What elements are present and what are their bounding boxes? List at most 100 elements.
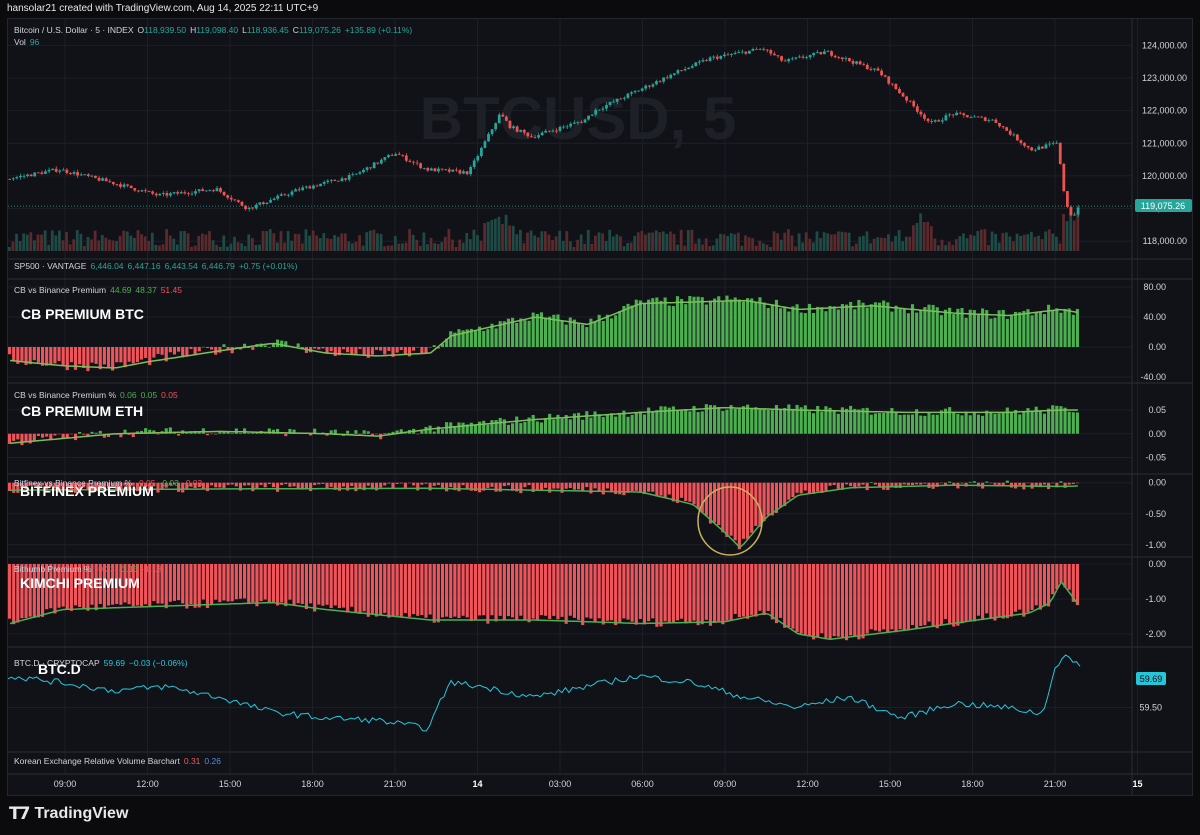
candle (630, 92, 633, 94)
candle (401, 154, 405, 156)
candle (479, 147, 483, 157)
histogram-bar (713, 405, 717, 434)
histogram-bar (713, 298, 717, 347)
histogram-bar (321, 564, 325, 606)
histogram-bar (263, 564, 267, 600)
volume-bar (401, 243, 404, 251)
time-axis[interactable]: 09:00 12:00 15:00 18:00 21:00 14 03:00 06:00 09:… (54, 779, 1143, 789)
histogram-bar (807, 411, 811, 434)
histogram-bar (515, 322, 519, 347)
histogram-bar (556, 564, 560, 620)
histogram-bar (869, 304, 873, 347)
histogram-bar (1009, 315, 1014, 347)
candle (537, 135, 540, 138)
candle (319, 183, 322, 187)
candle (1019, 140, 1023, 144)
histogram-bar (494, 328, 498, 347)
histogram-bar (721, 301, 725, 347)
candle (426, 168, 430, 171)
histogram-bar (799, 564, 803, 634)
histogram-bar (976, 564, 981, 616)
chart-svg[interactable]: BTCUSD, 5 118,000.00119,000.00120,000.00… (7, 19, 1192, 795)
candle (297, 189, 301, 191)
histogram-bar (865, 482, 869, 491)
histogram-bar (535, 564, 539, 620)
histogram-bar (849, 405, 853, 434)
candle (315, 185, 319, 187)
candle (776, 55, 780, 57)
candle (126, 184, 129, 186)
candle (51, 168, 54, 170)
histogram-bar (36, 433, 40, 437)
candle (101, 178, 104, 181)
histogram-bar (758, 297, 762, 347)
candle (858, 61, 862, 65)
volume-bar (293, 233, 297, 251)
volume-bar (508, 225, 512, 251)
candle (197, 189, 201, 192)
histogram-bar (350, 482, 354, 487)
histogram-bar (894, 564, 898, 633)
volume-bar (301, 243, 304, 251)
histogram-bar (675, 410, 680, 434)
histogram-bar (288, 482, 292, 487)
histogram-bar (696, 296, 700, 347)
candle (994, 119, 998, 123)
candle (694, 62, 698, 67)
volume-bar (376, 233, 379, 251)
histogram-bar (98, 430, 102, 434)
chart-container[interactable]: BTCUSD, 5 118,000.00119,000.00120,000.00… (7, 18, 1193, 796)
candle (758, 48, 762, 50)
histogram-bar (902, 564, 906, 631)
histogram-bar (395, 482, 399, 484)
volume-bar (544, 231, 547, 251)
histogram-bar (1005, 480, 1009, 483)
candle (765, 49, 769, 51)
candle (294, 189, 297, 192)
volume-bar (158, 245, 161, 251)
histogram-bar (251, 564, 255, 603)
volume-bar (190, 246, 194, 251)
histogram-bar (271, 482, 275, 488)
histogram-bar (877, 302, 882, 347)
histogram-bar (230, 433, 234, 434)
histogram-bar (807, 564, 811, 637)
candle (672, 73, 676, 75)
histogram-bar (527, 320, 531, 347)
volume-bar (947, 242, 951, 251)
histogram-bar (618, 412, 622, 434)
histogram-bar (449, 331, 453, 347)
volume-bar (679, 229, 683, 251)
price-axis[interactable]: 118,000.00119,000.00120,000.00121,000.00… (1139, 40, 1187, 712)
candle (665, 77, 669, 79)
candle (512, 126, 515, 129)
histogram-bar (222, 564, 226, 601)
volume-bar (826, 233, 830, 251)
histogram-bar (243, 564, 247, 599)
histogram-bar (877, 564, 882, 632)
histogram-bar (469, 564, 473, 622)
main-legend: Bitcoin / U.S. Dollar · 5 · INDEX O118,93… (14, 25, 412, 47)
histogram-bar (684, 304, 688, 347)
time-tick-label: 15 (1132, 779, 1142, 789)
svg-text:Bithumb Premium %-0.33-1.13-1.: Bithumb Premium % -0.33 -1.13 -1.13 (14, 564, 162, 574)
histogram-bar (313, 482, 317, 486)
candle (383, 157, 387, 160)
tradingview-logo[interactable]: T7 TradingView (9, 804, 128, 824)
histogram-bar (799, 407, 803, 434)
volume-bar (1044, 231, 1048, 251)
candle (658, 81, 662, 82)
histogram-bar (366, 431, 370, 434)
histogram-bar (832, 410, 836, 434)
histogram-bar (981, 415, 985, 434)
histogram-bar (939, 564, 943, 625)
footer: T7 TradingView (0, 796, 1200, 835)
histogram-bar (412, 564, 416, 615)
time-tick-label: 06:00 (631, 779, 654, 789)
histogram-bar (774, 299, 779, 347)
candle (855, 61, 858, 64)
candle (397, 154, 401, 156)
histogram-bar (638, 411, 642, 434)
volume-bar (976, 230, 980, 251)
histogram-bar (779, 308, 783, 347)
